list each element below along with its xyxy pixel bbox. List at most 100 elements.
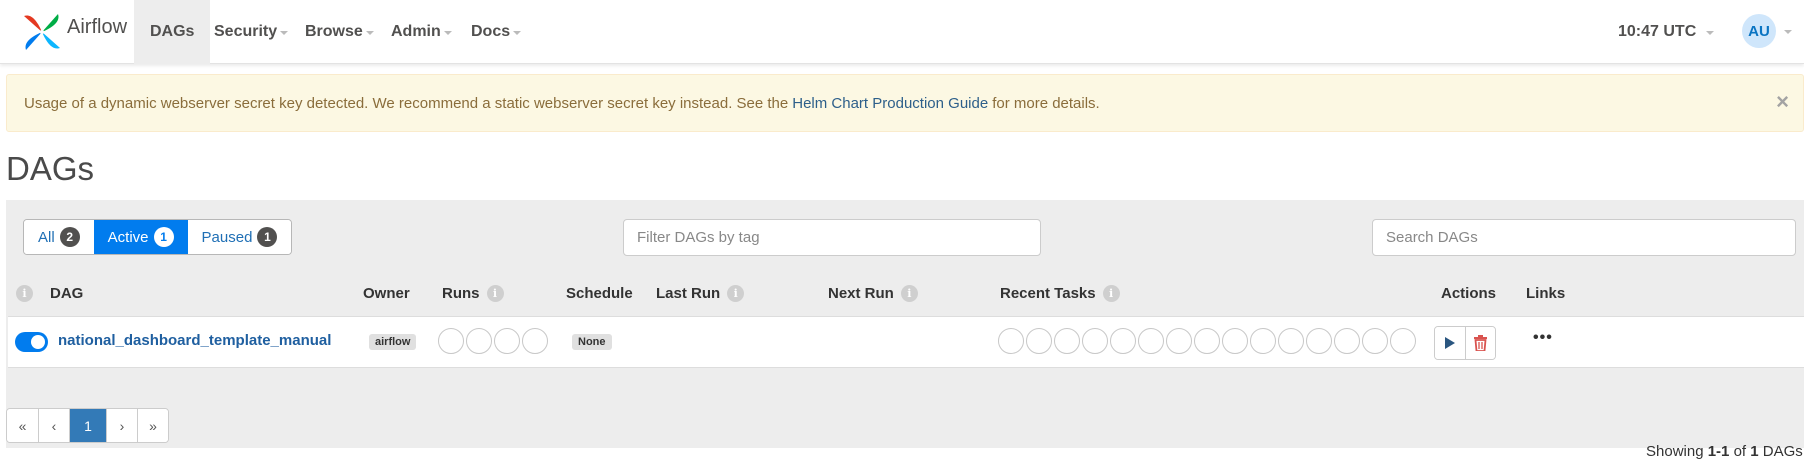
page-title: DAGs [6, 150, 95, 187]
header-last-run[interactable]: Last Run i [656, 285, 745, 302]
brand-logo[interactable]: Airflow [20, 8, 127, 56]
task-status-circle[interactable] [1362, 328, 1388, 354]
nav-dags-label: DAGs [150, 23, 195, 40]
showing-range: 1-1 [1707, 443, 1730, 460]
run-status-circle[interactable] [522, 328, 548, 354]
tab-paused[interactable]: Paused 1 [187, 220, 292, 254]
header-actions: Actions [1441, 285, 1496, 302]
tab-active-label: Active [107, 228, 149, 246]
schedule-tag: None [572, 334, 612, 350]
info-icon[interactable]: i [16, 285, 33, 302]
info-icon[interactable]: i [486, 285, 504, 302]
header-actions-label: Actions [1441, 285, 1497, 302]
tab-active[interactable]: Active 1 [93, 220, 188, 254]
nav-browse-label: Browse [305, 23, 363, 40]
showing-of: of [1733, 443, 1747, 460]
run-status-circle[interactable] [494, 328, 520, 354]
toggle-knob [31, 335, 45, 349]
nav-admin[interactable]: Admin [375, 0, 468, 64]
top-navbar: Airflow DAGs Security Browse Admin Docs … [0, 0, 1804, 64]
dag-pause-toggle[interactable] [15, 332, 48, 352]
chevron-down-icon [280, 31, 289, 35]
clock-time: 10:47 UTC [1618, 23, 1697, 40]
pagination: « ‹ 1 › » [6, 408, 169, 443]
nav-docs[interactable]: Docs [455, 0, 537, 64]
delete-dag-button[interactable] [1465, 327, 1495, 359]
header-schedule-label: Schedule [566, 285, 633, 302]
task-status-circle[interactable] [1026, 328, 1052, 354]
nav-docs-label: Docs [471, 23, 511, 40]
trash-icon [1474, 335, 1487, 351]
header-runs-label: Runs [442, 285, 480, 302]
task-status-circle[interactable] [1082, 328, 1108, 354]
dag-actions [1434, 326, 1496, 360]
prev-page-button[interactable]: ‹ [38, 409, 69, 442]
run-status-circle[interactable] [438, 328, 464, 354]
header-schedule: Schedule [566, 285, 633, 302]
airflow-pinwheel-icon [24, 14, 60, 50]
chevron-down-icon [365, 31, 374, 35]
header-recent-tasks-label: Recent Tasks [1000, 285, 1096, 302]
tab-active-count: 1 [153, 227, 174, 247]
close-icon[interactable]: × [1776, 89, 1789, 115]
clock-dropdown[interactable]: 10:47 UTC [1618, 0, 1715, 64]
run-status-circle[interactable] [466, 328, 492, 354]
first-page-button[interactable]: « [7, 409, 38, 442]
header-owner[interactable]: Owner [363, 285, 410, 302]
showing-total: 1 [1750, 443, 1759, 460]
header-next-run[interactable]: Next Run i [828, 285, 918, 302]
header-links-label: Links [1526, 285, 1566, 302]
header-recent-tasks: Recent Tasks i [1000, 285, 1120, 302]
tab-paused-label: Paused [201, 228, 253, 246]
task-status-circle[interactable] [1166, 328, 1192, 354]
tab-all-label: All [38, 228, 55, 246]
avatar: AU [1742, 14, 1776, 48]
last-page-button[interactable]: » [137, 409, 168, 442]
alert-text-before: Usage of a dynamic webserver secret key … [24, 94, 789, 112]
task-status-circle[interactable] [1390, 328, 1416, 354]
task-status-circle[interactable] [1194, 328, 1220, 354]
task-status-circle[interactable] [1250, 328, 1276, 354]
info-icon[interactable]: i [1102, 285, 1120, 302]
info-icon[interactable]: i [727, 285, 745, 302]
tag-filter-input[interactable]: Filter DAGs by tag [623, 219, 1041, 256]
nav-security-label: Security [214, 23, 278, 40]
tab-all[interactable]: All 2 [24, 220, 94, 254]
header-dag-label: DAG [50, 285, 84, 302]
user-menu[interactable]: AU [1742, 14, 1792, 48]
chevron-down-icon [513, 31, 522, 35]
helm-chart-guide-link[interactable]: Helm Chart Production Guide [792, 95, 988, 112]
chevron-down-icon [1706, 31, 1715, 35]
chevron-down-icon [1784, 30, 1792, 34]
chevron-down-icon [443, 31, 452, 35]
header-next-run-label: Next Run [828, 285, 894, 302]
tab-all-count: 2 [59, 227, 80, 247]
header-last-run-label: Last Run [656, 285, 721, 302]
dag-id-link[interactable]: national_dashboard_template_manual [58, 332, 331, 349]
task-status-circle[interactable] [1054, 328, 1080, 354]
play-icon [1445, 337, 1455, 349]
runs-circles [438, 328, 550, 354]
owner-tag[interactable]: airflow [369, 334, 417, 350]
task-status-circle[interactable] [998, 328, 1024, 354]
current-page-button[interactable]: 1 [69, 409, 106, 442]
task-status-circle[interactable] [1110, 328, 1136, 354]
header-runs: Runs i [442, 285, 504, 302]
links-more-button[interactable]: ••• [1533, 329, 1553, 347]
search-dags-input[interactable]: Search DAGs [1372, 219, 1796, 256]
next-page-button[interactable]: › [106, 409, 137, 442]
task-status-circle[interactable] [1334, 328, 1360, 354]
header-dag[interactable]: DAG [50, 285, 83, 302]
task-status-circle[interactable] [1138, 328, 1164, 354]
nav-admin-label: Admin [391, 23, 441, 40]
header-links: Links [1526, 285, 1565, 302]
task-status-circle[interactable] [1278, 328, 1304, 354]
task-status-circle[interactable] [1306, 328, 1332, 354]
recent-tasks-circles [998, 328, 1418, 354]
trigger-dag-button[interactable] [1435, 327, 1465, 359]
task-status-circle[interactable] [1222, 328, 1248, 354]
showing-prefix: Showing [1646, 443, 1704, 460]
info-icon[interactable]: i [900, 285, 918, 302]
brand-name: Airflow [67, 15, 128, 38]
status-filter-tabs: All 2 Active 1 Paused 1 [23, 219, 293, 255]
